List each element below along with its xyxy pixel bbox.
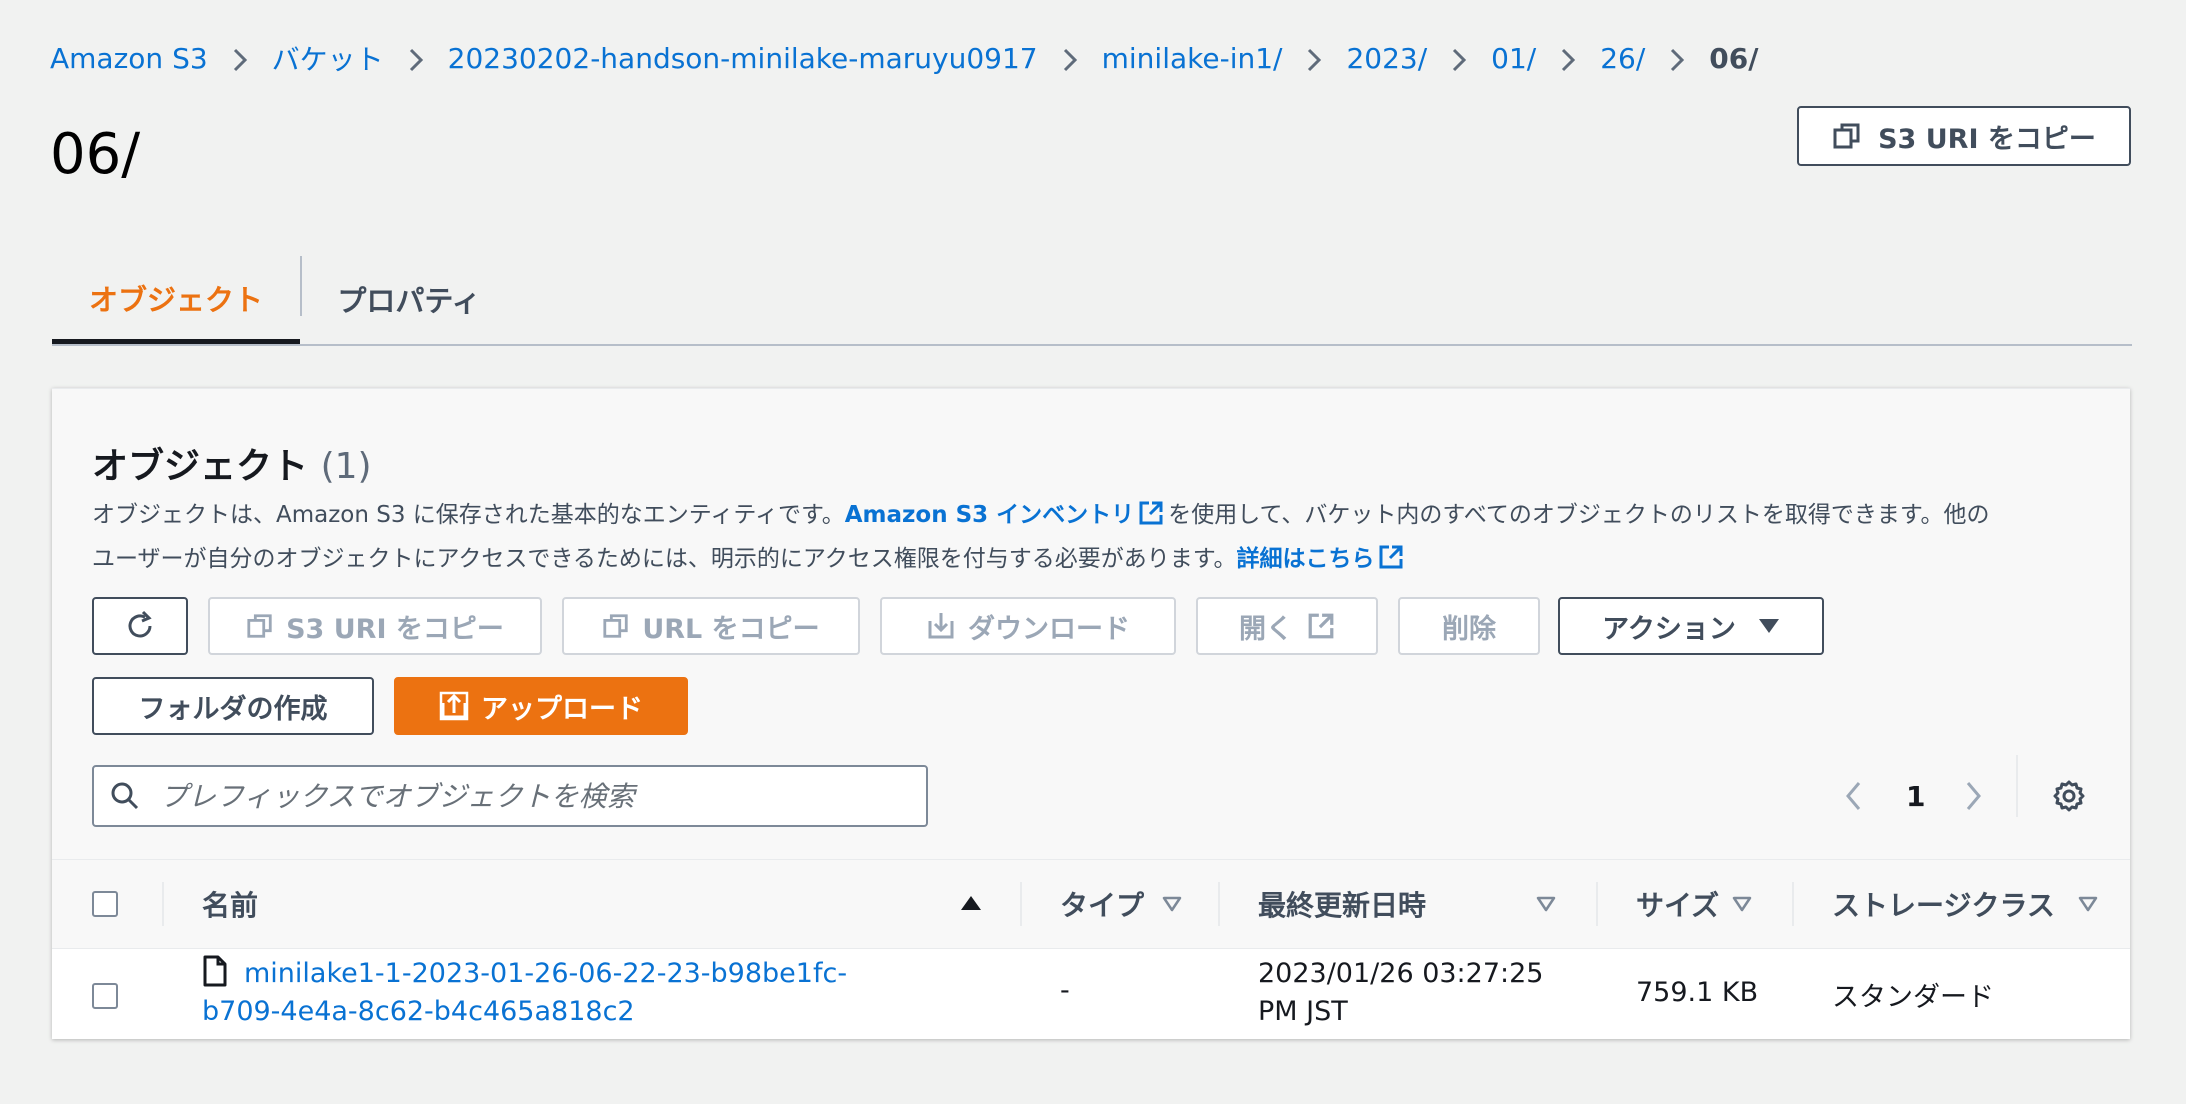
copy-s3-uri-label: S3 URI をコピー (1878, 123, 2096, 155)
refresh-icon (128, 610, 152, 638)
open-label: 開く (1239, 613, 1293, 645)
object-name-line2: b709-4e4a-8c62-b4c465a818c2 (202, 996, 635, 1027)
pager-divider (2016, 755, 2018, 817)
chevron-right-icon (1439, 42, 1479, 75)
copy-s3-uri-toolbar-label: S3 URI をコピー (286, 613, 504, 645)
column-header-storage-class[interactable]: ストレージクラス (1832, 860, 2055, 948)
upload-button[interactable]: アップロード (394, 677, 688, 735)
tab-properties[interactable]: プロパティ (302, 256, 516, 342)
search-input[interactable] (158, 778, 902, 814)
inventory-link[interactable]: Amazon S3 インベントリ (845, 502, 1134, 528)
page-title: 06/ (50, 122, 141, 187)
table-header: 名前 タイプ 最終更新日時 サイズ ストレージクラス (52, 859, 2130, 950)
gear-icon (2053, 780, 2085, 812)
column-header-name[interactable]: 名前 (202, 860, 258, 948)
chevron-right-icon (1294, 42, 1334, 75)
column-header-last-modified[interactable]: 最終更新日時 (1258, 860, 1426, 948)
external-link-icon (1378, 543, 1404, 583)
breadcrumb-current: 06/ (1709, 41, 1759, 75)
row-checkbox[interactable] (92, 983, 118, 1009)
copy-url-label: URL をコピー (642, 613, 820, 645)
object-name-line1: minilake1-1-2023-01-26-06-22-23-b98be1fc… (244, 958, 848, 989)
caret-down-icon (1758, 619, 1779, 633)
object-last-modified: 2023/01/26 03:27:25 PM JST (1258, 955, 1543, 1031)
desc-text-2: を使用して、バケット内のすべてのオブジェクトのリストを取得できます。他の (1168, 502, 1990, 528)
chevron-right-icon (220, 42, 260, 75)
column-divider (162, 882, 164, 926)
open-button[interactable]: 開く (1196, 597, 1378, 655)
chevron-right-icon (396, 42, 436, 75)
delete-button[interactable]: 削除 (1398, 597, 1540, 655)
sort-icon[interactable] (1162, 896, 1182, 912)
desc-text-1: オブジェクトは、Amazon S3 に保存された基本的なエンティティです。 (92, 502, 845, 528)
copy-s3-uri-toolbar-button[interactable]: S3 URI をコピー (208, 597, 542, 655)
create-folder-label: フォルダの作成 (138, 693, 328, 725)
chevron-right-icon (1050, 42, 1090, 75)
download-icon (928, 613, 954, 639)
sort-ascending-icon[interactable] (960, 894, 982, 912)
chevron-right-icon (1548, 42, 1588, 75)
upload-label: アップロード (481, 693, 643, 725)
objects-description: オブジェクトは、Amazon S3 に保存された基本的なエンティティです。Ama… (92, 495, 2082, 583)
search-box[interactable] (92, 765, 928, 827)
objects-panel: オブジェクト (1) オブジェクトは、Amazon S3 に保存された基本的なエ… (52, 388, 2130, 1039)
current-page[interactable]: 1 (1906, 780, 1925, 813)
objects-count: (1) (320, 446, 372, 487)
breadcrumb-folder-01[interactable]: 01/ (1491, 42, 1536, 75)
external-link-icon (1308, 613, 1334, 639)
copy-url-button[interactable]: URL をコピー (562, 597, 860, 655)
settings-button[interactable] (2052, 765, 2086, 827)
column-header-type[interactable]: タイプ (1060, 860, 1144, 948)
copy-s3-uri-button[interactable]: S3 URI をコピー (1797, 106, 2131, 166)
object-type: - (1060, 975, 1070, 1006)
chevron-right-icon[interactable] (1961, 779, 1985, 813)
object-storage-class: スタンダード (1832, 982, 1994, 1013)
actions-label: アクション (1602, 613, 1736, 645)
download-button[interactable]: ダウンロード (880, 597, 1176, 655)
breadcrumb: Amazon S3 バケット 20230202-handson-minilake… (50, 38, 1759, 78)
column-divider (1792, 882, 1794, 926)
objects-panel-title: オブジェクト (1) (92, 437, 372, 489)
breadcrumb-folder-2023[interactable]: 2023/ (1346, 42, 1427, 75)
breadcrumb-amazon-s3[interactable]: Amazon S3 (50, 42, 208, 75)
tab-objects[interactable]: オブジェクト (52, 256, 300, 344)
search-icon (111, 782, 139, 810)
create-folder-button[interactable]: フォルダの作成 (92, 677, 374, 735)
desc-text-3: ユーザーが自分のオブジェクトにアクセスできるためには、明示的にアクセス権限を付与… (92, 546, 1237, 572)
chevron-right-icon (1657, 42, 1697, 75)
select-all-checkbox[interactable] (92, 891, 118, 917)
breadcrumb-folder-26[interactable]: 26/ (1600, 42, 1645, 75)
copy-icon (603, 614, 628, 638)
breadcrumb-bucket-name[interactable]: 20230202-handson-minilake-maruyu0917 (448, 42, 1038, 75)
modified-line1: 2023/01/26 03:27:25 (1258, 958, 1544, 989)
sort-icon[interactable] (2078, 896, 2098, 912)
actions-dropdown[interactable]: アクション (1558, 597, 1824, 655)
column-divider (1218, 882, 1220, 926)
objects-title-text: オブジェクト (92, 446, 309, 487)
modified-line2: PM JST (1258, 996, 1348, 1027)
table-row: minilake1-1-2023-01-26-06-22-23-b98be1fc… (52, 949, 2130, 1039)
pagination: 1 (1842, 765, 1985, 827)
download-label: ダウンロード (968, 613, 1130, 645)
sort-icon[interactable] (1732, 896, 1752, 912)
refresh-button[interactable] (92, 597, 188, 655)
chevron-left-icon[interactable] (1842, 779, 1866, 813)
column-divider (1020, 882, 1022, 926)
column-divider (1596, 882, 1598, 926)
sort-icon[interactable] (1536, 896, 1556, 912)
copy-icon (1833, 123, 1860, 149)
delete-label: 削除 (1442, 613, 1496, 645)
object-name-link[interactable]: minilake1-1-2023-01-26-06-22-23-b98be1fc… (202, 955, 847, 1031)
breadcrumb-buckets[interactable]: バケット (272, 38, 384, 78)
object-size: 759.1 KB (1636, 977, 1759, 1008)
upload-icon (439, 691, 469, 721)
breadcrumb-folder-minilake-in1[interactable]: minilake-in1/ (1102, 42, 1283, 75)
external-link-icon (1138, 499, 1164, 539)
tab-bar: オブジェクト プロパティ (52, 256, 2132, 346)
copy-icon (247, 614, 272, 638)
column-header-size[interactable]: サイズ (1636, 860, 1719, 948)
learn-more-link[interactable]: 詳細はこちら (1236, 546, 1374, 572)
